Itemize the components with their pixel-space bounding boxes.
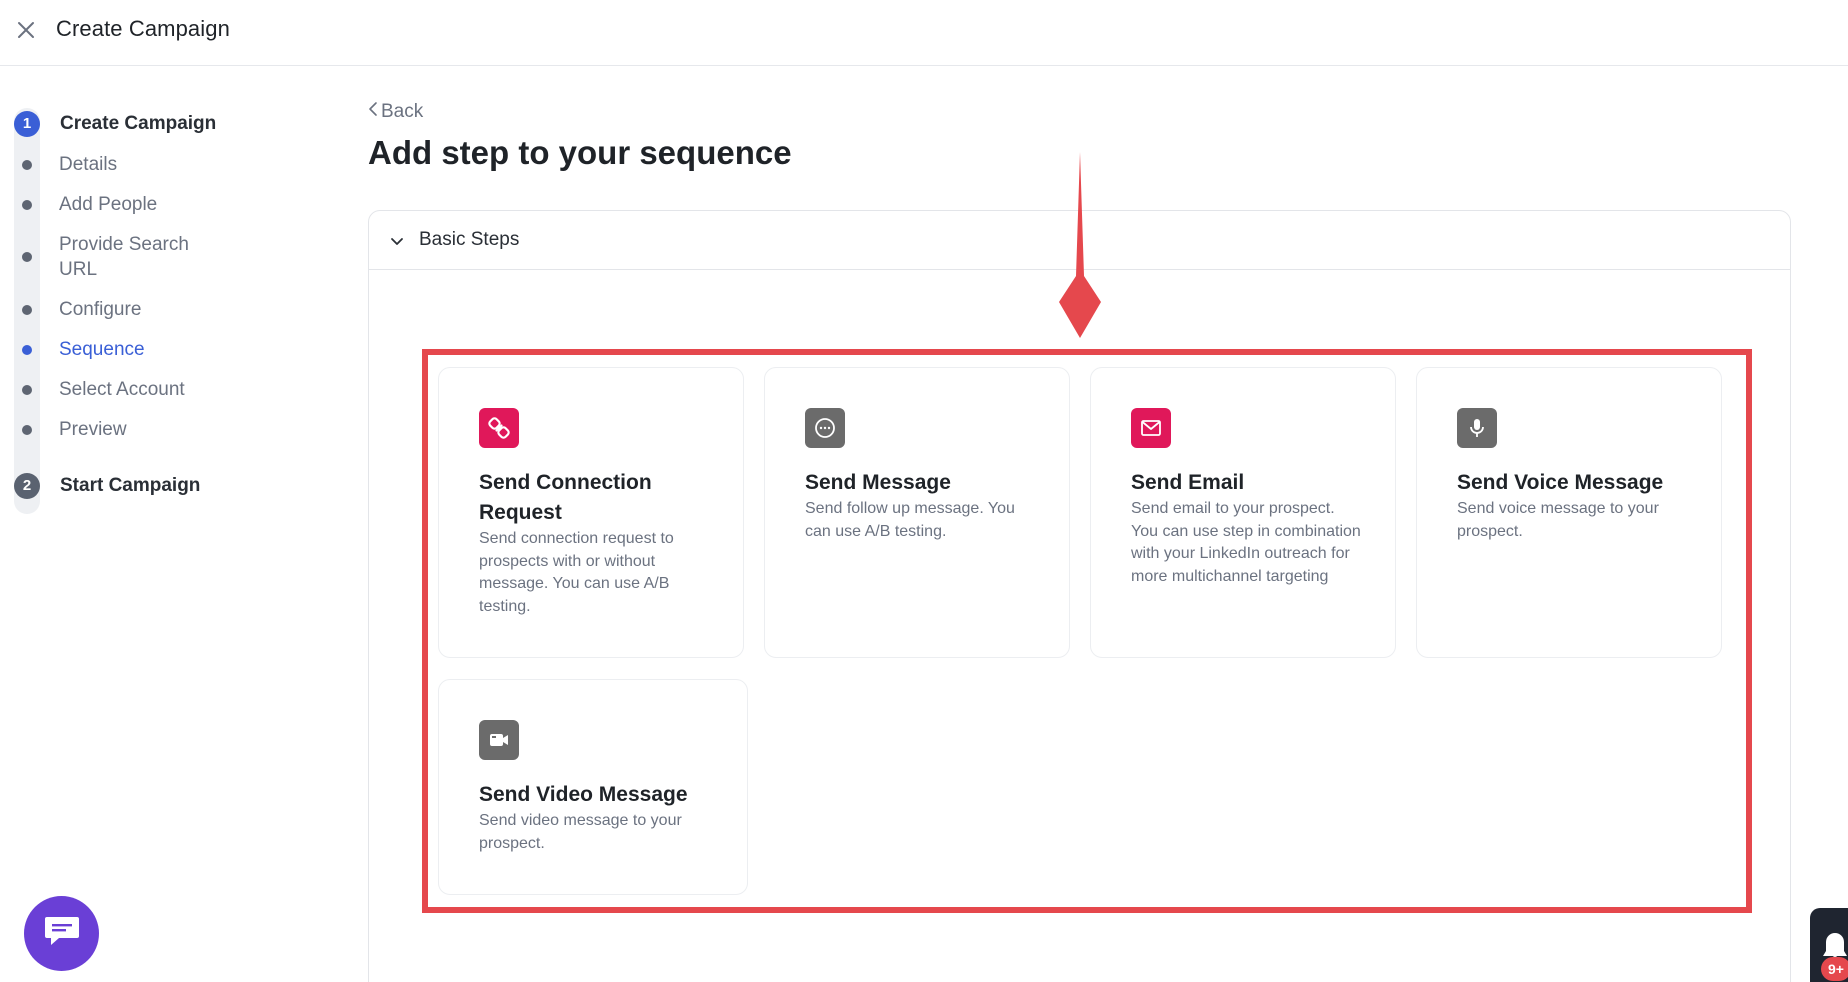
step-label: Configure [59, 299, 142, 320]
notification-count-badge: 9+ [1821, 957, 1848, 981]
arrow-down-icon [1056, 152, 1104, 338]
page-header-title: Create Campaign [56, 16, 230, 41]
step-label: Details [59, 154, 118, 175]
close-icon[interactable] [14, 18, 38, 42]
step-label: Select Account [59, 379, 185, 400]
step-label: Create Campaign [60, 113, 217, 134]
step-dot [22, 160, 32, 170]
back-label: Back [381, 101, 424, 122]
highlight-annotation-box [422, 349, 1752, 913]
basic-steps-label: Basic Steps [419, 229, 520, 250]
step-dot [22, 425, 32, 435]
step-label: Add People [59, 194, 158, 215]
step-start-campaign[interactable]: 2 Start Campaign [14, 470, 274, 499]
step-create-campaign[interactable]: 1 Create Campaign [14, 108, 274, 137]
step-label: Provide Search URL [59, 234, 189, 280]
step-number-badge: 2 [14, 473, 40, 499]
top-bar: Create Campaign [0, 0, 1848, 66]
step-number-badge: 1 [14, 111, 40, 137]
step-dot [22, 345, 32, 355]
step-dot [22, 305, 32, 315]
chevron-down-icon [387, 231, 407, 251]
step-label: Sequence [59, 339, 145, 360]
back-link[interactable]: Back [368, 101, 423, 123]
page-title: Add step to your sequence [368, 134, 792, 171]
step-dot [22, 200, 32, 210]
chevron-left-icon [368, 101, 378, 123]
step-label: Preview [59, 419, 127, 440]
step-label: Start Campaign [60, 475, 201, 496]
step-dot [22, 252, 32, 262]
chat-icon [43, 914, 81, 953]
chat-launcher-button[interactable] [24, 896, 99, 971]
step-dot [22, 385, 32, 395]
